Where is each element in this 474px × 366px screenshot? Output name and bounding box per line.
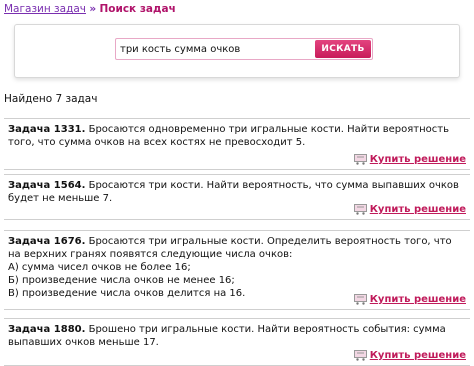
buy-solution-link[interactable]: Купить решение bbox=[353, 350, 466, 361]
breadcrumb-separator: » bbox=[89, 3, 97, 15]
search-input[interactable] bbox=[120, 41, 298, 58]
cart-icon bbox=[353, 350, 367, 361]
task-text: Задача 1880. Брошено три игральные кости… bbox=[4, 319, 470, 349]
task-item: Б) произведение числа очков не менее 16; bbox=[8, 275, 235, 286]
task-item: А) сумма чисел очков не более 16; bbox=[8, 262, 191, 273]
cart-icon bbox=[353, 154, 367, 165]
buy-solution-label: Купить решение bbox=[369, 204, 466, 215]
task-card: Задача 1564. Бросаются три кости. Найти … bbox=[4, 174, 470, 220]
cart-icon bbox=[353, 204, 367, 215]
breadcrumb-current: Поиск задач bbox=[99, 3, 176, 15]
search-box: ИСКАТЬ bbox=[115, 38, 373, 60]
results-count: Найдено 7 задач bbox=[4, 93, 98, 105]
buy-solution-link[interactable]: Купить решение bbox=[353, 294, 466, 305]
search-button[interactable]: ИСКАТЬ bbox=[315, 40, 371, 58]
buy-solution-link[interactable]: Купить решение bbox=[353, 154, 466, 165]
task-number: Задача 1676. bbox=[8, 236, 86, 247]
breadcrumb-shop-link[interactable]: Магазин задач bbox=[4, 3, 86, 15]
task-card: Задача 1880. Брошено три игральные кости… bbox=[4, 318, 470, 366]
task-text: Задача 1331. Бросаются одновременно три … bbox=[4, 119, 470, 149]
breadcrumb: Магазин задач » Поиск задач bbox=[4, 2, 176, 16]
buy-solution-label: Купить решение bbox=[369, 350, 466, 361]
task-number: Задача 1331. bbox=[8, 124, 86, 135]
search-panel: ИСКАТЬ bbox=[14, 24, 460, 78]
task-number: Задача 1564. bbox=[8, 180, 86, 191]
buy-solution-label: Купить решение bbox=[369, 294, 466, 305]
cart-icon bbox=[353, 294, 367, 305]
task-card: Задача 1331. Бросаются одновременно три … bbox=[4, 118, 470, 170]
buy-solution-label: Купить решение bbox=[369, 154, 466, 165]
buy-solution-link[interactable]: Купить решение bbox=[353, 204, 466, 215]
task-card: Задача 1676. Бросаются три игральные кос… bbox=[4, 230, 470, 310]
task-text: Задача 1564. Бросаются три кости. Найти … bbox=[4, 175, 470, 205]
task-number: Задача 1880. bbox=[8, 324, 86, 335]
task-text: Задача 1676. Бросаются три игральные кос… bbox=[4, 231, 470, 300]
